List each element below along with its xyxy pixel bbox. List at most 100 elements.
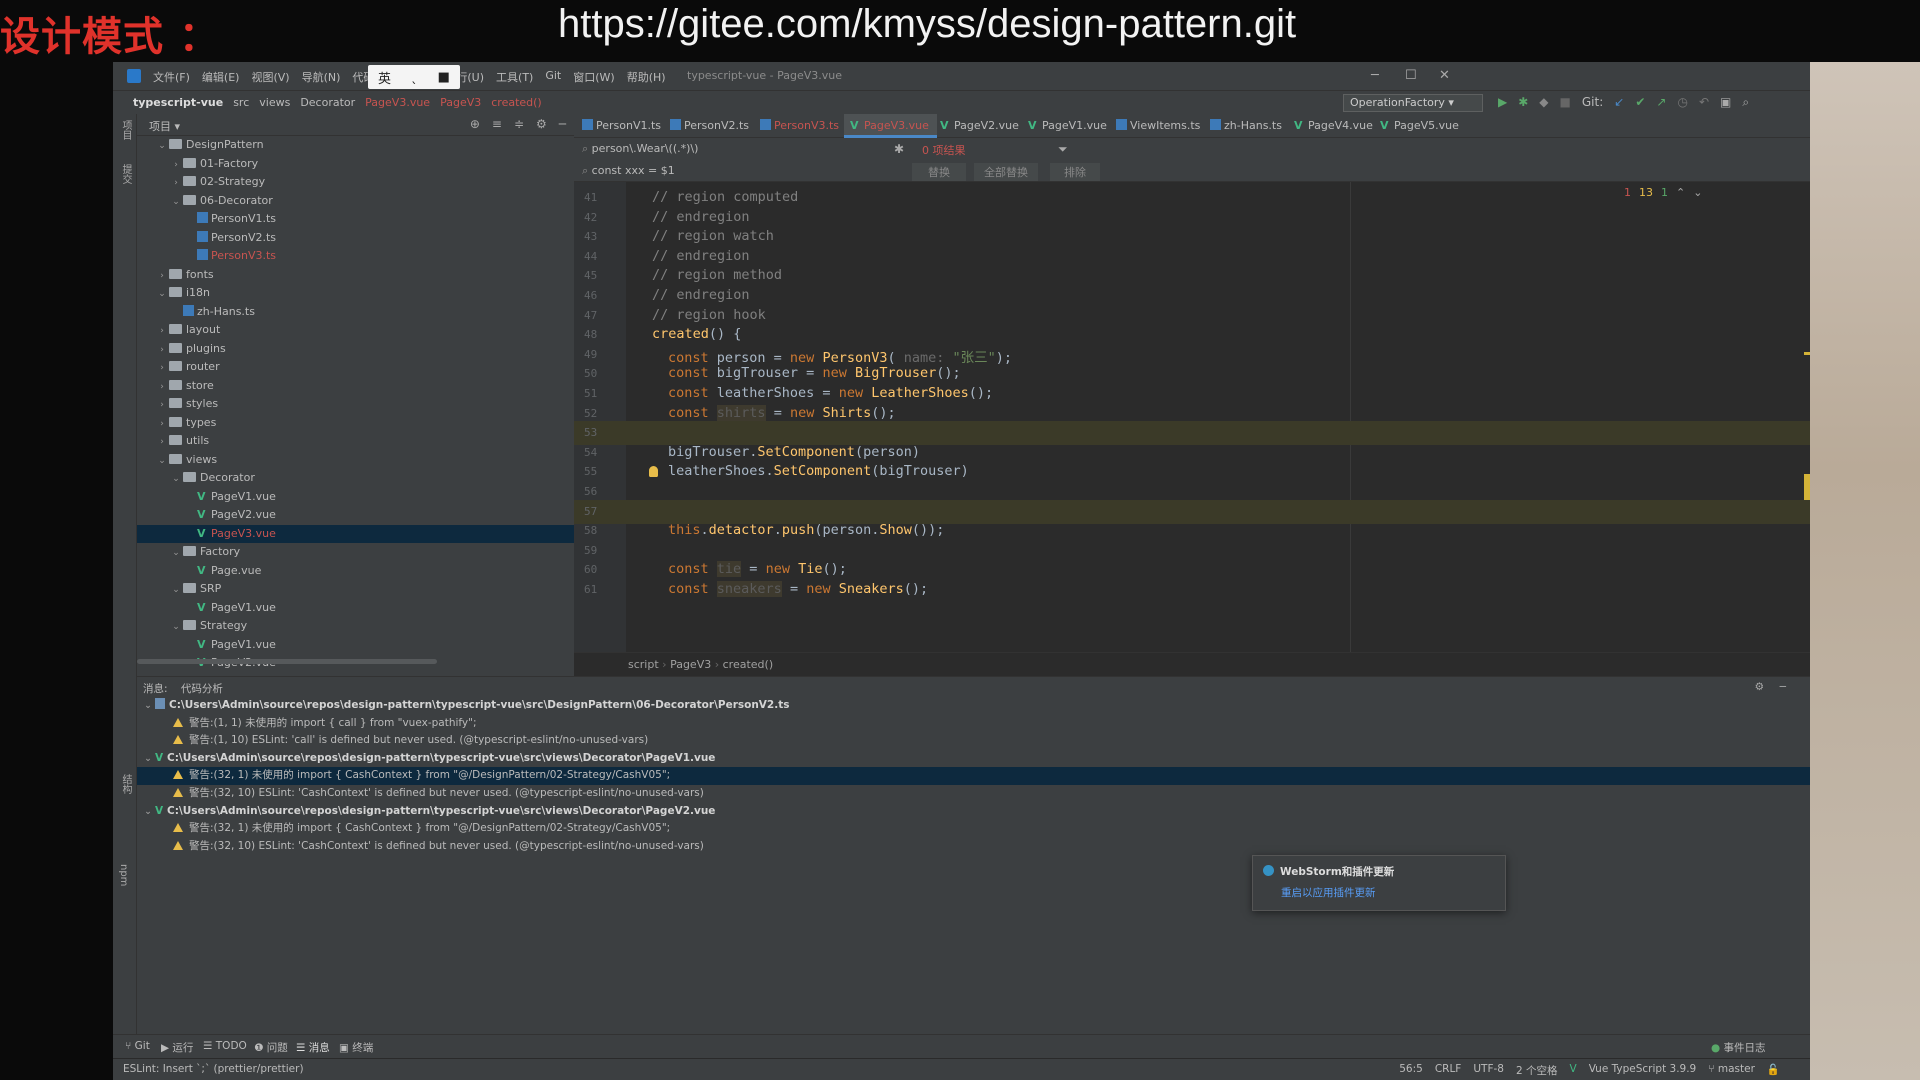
crumb-file[interactable]: PageV3.vue [365,96,430,109]
replace-button[interactable]: 替换 [912,163,966,181]
lightbulb-icon[interactable] [649,466,658,478]
toolwin-git[interactable]: ⑂ Git [125,1040,150,1052]
tree-file[interactable]: V PageV2.vue [137,506,574,525]
tree-folder[interactable]: › styles [137,395,574,414]
ime-skin-icon[interactable]: ■ [438,70,450,85]
message-warning-row[interactable]: 警告:(32, 1) 未使用的 import { CashContext } f… [137,820,1810,838]
messages-hide-icon[interactable]: ─ [1780,681,1786,693]
indent-setting[interactable]: 2 个空格 [1516,1063,1558,1078]
message-warning-row[interactable]: 警告:(32, 10) ESLint: 'CashContext' is def… [137,838,1810,856]
project-title[interactable]: 项目 [149,120,171,133]
tree-folder[interactable]: ⌄ views [137,451,574,470]
rollback-icon[interactable]: ↶ [1699,95,1709,110]
locate-icon[interactable]: ⊕ [470,117,480,131]
message-warning-row[interactable]: 警告:(32, 1) 未使用的 import { CashContext } f… [137,767,1810,785]
menu-item[interactable]: 导航(N) [302,69,341,85]
tree-folder[interactable]: › 01-Factory [137,155,574,174]
code-crumb-script[interactable]: script [628,658,659,671]
run-config-select[interactable]: OperationFactory ▾ [1343,94,1483,112]
tool-commit[interactable]: 提交 [118,164,133,184]
crumb-project[interactable]: typescript-vue [133,96,223,109]
tree-file[interactable]: V PageV1.vue [137,488,574,507]
messages-tab[interactable]: 消息: [143,683,168,695]
chevron-right-icon[interactable]: › [155,415,169,434]
chevron-right-icon[interactable]: › [169,156,183,175]
git-update-icon[interactable]: ↙ [1614,95,1624,110]
tree-file[interactable]: V PageV1.vue [137,636,574,655]
chevron-right-icon[interactable]: › [155,433,169,452]
menu-item[interactable]: 文件(F) [153,69,190,85]
toolwin-messages[interactable]: ☰ 消息 [296,1040,330,1055]
coverage-icon[interactable]: ◆ [1539,95,1548,110]
tree-folder[interactable]: ⌄ DesignPattern [137,136,574,155]
status-message[interactable]: ESLint: Insert `;` (prettier/prettier) [123,1063,304,1075]
menu-item[interactable]: Git [545,69,561,85]
messages-settings-icon[interactable]: ⚙ [1755,681,1764,693]
chevron-down-icon[interactable]: ⌄ [141,698,155,716]
code-crumb-component[interactable]: PageV3 [670,658,711,671]
caret-position[interactable]: 56:5 [1399,1063,1423,1078]
stop-icon[interactable]: ■ [1560,95,1571,110]
tree-file[interactable]: V PageV1.vue [137,599,574,618]
code-analysis-tab[interactable]: 代码分析 [181,683,223,695]
crumb-src[interactable]: src [233,96,249,109]
chevron-right-icon[interactable]: › [155,359,169,378]
file-encoding[interactable]: UTF-8 [1473,1063,1504,1078]
chevron-down-icon[interactable]: ⌄ [169,618,183,637]
tree-folder[interactable]: ⌄ Strategy [137,617,574,636]
menu-item[interactable]: 窗口(W) [573,69,614,85]
tree-folder[interactable]: › 02-Strategy [137,173,574,192]
tree-file[interactable]: V Page.vue [137,562,574,581]
tool-project[interactable]: 项目 [118,120,133,140]
maximize-icon[interactable]: ☐ [1405,68,1417,83]
chevron-down-icon[interactable]: ⌄ [169,193,183,212]
hide-panel-icon[interactable]: ─ [559,117,566,131]
message-warning-row[interactable]: 警告:(1, 10) ESLint: 'call' is defined but… [137,732,1810,750]
replace-input[interactable]: const xxx = $1 [592,164,675,177]
code-editor[interactable]: 1 13 1 ⌃ ⌄ 41// region computed 42// endr… [574,182,1810,652]
editor-tab[interactable]: V PageV2.vue [940,119,1019,132]
layout-icon[interactable]: ▣ [1720,95,1731,110]
chevron-down-icon[interactable]: ⌄ [155,285,169,304]
editor-tab[interactable]: V PageV1.vue [1028,119,1107,132]
message-file-row[interactable]: ⌄ V C:\Users\Admin\source\repos\design-pat… [137,750,1810,768]
chevron-right-icon[interactable]: › [169,174,183,193]
toolwin-run[interactable]: ▶ 运行 [161,1040,193,1055]
git-push-icon[interactable]: ↗ [1656,95,1666,110]
toolwin-terminal[interactable]: ▣ 终端 [339,1040,373,1055]
chevron-down-icon[interactable]: ⌄ [169,581,183,600]
chevron-down-icon[interactable]: ⌄ [169,544,183,563]
git-commit-icon[interactable]: ✔ [1635,95,1645,110]
tool-structure[interactable]: 结构 [118,774,133,794]
menu-item[interactable]: 编辑(E) [202,69,240,85]
tree-file[interactable]: V PageV3.vue [137,524,574,543]
menu-item[interactable]: 行(U) [456,69,484,85]
editor-tab[interactable]: V PageV3.vue [844,114,937,138]
chevron-down-icon[interactable]: ⌄ [141,751,155,769]
tree-folder[interactable]: ⌄ 06-Decorator [137,192,574,211]
message-file-row[interactable]: ⌄ C:\Users\Admin\source\repos\design-patt… [137,697,1810,715]
history-icon[interactable]: ◷ [1677,95,1687,110]
editor-tab[interactable]: V PageV5.vue [1380,119,1459,132]
chevron-right-icon[interactable]: › [155,267,169,286]
language-service[interactable]: Vue TypeScript 3.9.9 [1589,1063,1697,1078]
ime-toolbar[interactable]: 英 ˎ ■ [368,65,460,89]
crumb-component[interactable]: PageV3 [440,96,481,109]
chevron-right-icon[interactable]: › [155,322,169,341]
tree-scrollbar[interactable] [137,659,437,664]
chevron-down-icon[interactable]: ⌄ [141,804,155,822]
menu-item[interactable]: 帮助(H) [627,69,666,85]
tree-folder[interactable]: ⌄ Factory [137,543,574,562]
regex-icon[interactable]: ✱ [894,142,904,156]
tree-folder[interactable]: › layout [137,321,574,340]
notification-link[interactable]: 重启以应用插件更新 [1281,885,1495,900]
toolwin-problems[interactable]: ❶ 问题 [254,1040,288,1055]
tree-file[interactable]: PersonV1.ts [137,210,574,229]
tree-folder[interactable]: › types [137,414,574,433]
minimize-icon[interactable]: ─ [1371,68,1379,83]
message-warning-row[interactable]: 警告:(32, 10) ESLint: 'CashContext' is def… [137,785,1810,803]
message-file-row[interactable]: ⌄ V C:\Users\Admin\source\repos\design-pat… [137,803,1810,821]
git-branch[interactable]: ⑂ master [1708,1063,1755,1078]
chevron-down-icon[interactable]: ⌄ [169,470,183,489]
tree-folder[interactable]: › utils [137,432,574,451]
